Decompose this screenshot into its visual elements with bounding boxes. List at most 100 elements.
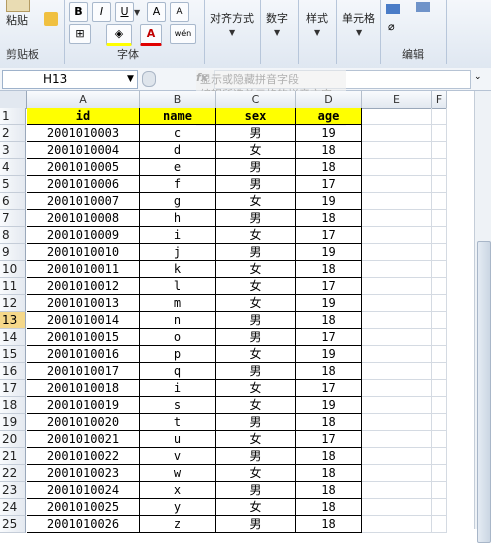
table-cell[interactable]: i [140, 380, 216, 397]
table-cell[interactable]: 女 [216, 227, 296, 244]
table-cell[interactable] [362, 108, 432, 125]
table-cell[interactable]: 17 [296, 380, 362, 397]
table-cell[interactable] [362, 363, 432, 380]
table-cell[interactable]: m [140, 295, 216, 312]
table-cell[interactable]: 男 [216, 414, 296, 431]
column-header-b[interactable]: B [140, 91, 216, 109]
table-cell[interactable]: 2001010006 [27, 176, 140, 193]
table-cell[interactable]: 男 [216, 312, 296, 329]
table-cell[interactable]: 男 [216, 176, 296, 193]
table-cell[interactable]: w [140, 465, 216, 482]
phonetic-button[interactable]: wén [170, 24, 196, 44]
table-cell[interactable]: 男 [216, 516, 296, 533]
table-cell[interactable]: 2001010011 [27, 261, 140, 278]
table-cell[interactable] [432, 448, 447, 465]
table-cell[interactable]: 19 [296, 244, 362, 261]
table-cell[interactable]: 18 [296, 261, 362, 278]
table-cell[interactable]: 2001010023 [27, 465, 140, 482]
row-header-25[interactable]: 25 [0, 516, 26, 533]
table-cell[interactable] [432, 244, 447, 261]
table-cell[interactable]: 2001010025 [27, 499, 140, 516]
table-cell[interactable]: 女 [216, 193, 296, 210]
alignment-dropdown-icon[interactable]: ▼ [229, 28, 235, 37]
table-cell[interactable]: 19 [296, 397, 362, 414]
cells-dropdown-icon[interactable]: ▼ [356, 28, 362, 37]
row-header-3[interactable]: 3 [0, 142, 26, 159]
number-dropdown-icon[interactable]: ▼ [274, 28, 280, 37]
table-cell[interactable] [432, 176, 447, 193]
cells-button[interactable]: 单元格 [342, 10, 375, 26]
table-cell[interactable]: 女 [216, 295, 296, 312]
table-cell[interactable]: s [140, 397, 216, 414]
row-header-4[interactable]: 4 [0, 159, 26, 176]
table-cell[interactable]: n [140, 312, 216, 329]
table-cell[interactable]: f [140, 176, 216, 193]
table-cell[interactable]: 2001010013 [27, 295, 140, 312]
table-cell[interactable] [362, 210, 432, 227]
table-cell[interactable]: g [140, 193, 216, 210]
table-cell[interactable] [432, 465, 447, 482]
table-cell[interactable] [362, 414, 432, 431]
table-cell[interactable]: 2001010014 [27, 312, 140, 329]
table-cell[interactable]: p [140, 346, 216, 363]
clipboard-icon[interactable] [6, 0, 30, 12]
column-header-a[interactable]: A [27, 91, 140, 109]
table-cell[interactable]: 18 [296, 414, 362, 431]
table-cell[interactable]: c [140, 125, 216, 142]
chevron-down-icon[interactable]: ▼ [127, 71, 134, 88]
row-header-17[interactable]: 17 [0, 380, 26, 397]
table-cell[interactable]: 2001010020 [27, 414, 140, 431]
table-cell[interactable]: 男 [216, 482, 296, 499]
header-cell[interactable]: age [296, 108, 362, 125]
alignment-button[interactable]: 对齐方式 [210, 10, 254, 26]
row-header-23[interactable]: 23 [0, 482, 26, 499]
table-cell[interactable] [362, 312, 432, 329]
table-cell[interactable]: 18 [296, 363, 362, 380]
table-cell[interactable]: e [140, 159, 216, 176]
table-cell[interactable]: 19 [296, 193, 362, 210]
name-box[interactable]: H13 ▼ [2, 70, 138, 89]
table-cell[interactable]: 18 [296, 312, 362, 329]
table-cell[interactable]: 17 [296, 431, 362, 448]
table-cell[interactable]: 2001010012 [27, 278, 140, 295]
select-all-corner[interactable] [0, 91, 27, 109]
table-cell[interactable]: 18 [296, 448, 362, 465]
fill-color-button[interactable]: ◈ [106, 24, 132, 46]
table-cell[interactable] [432, 380, 447, 397]
underline-button[interactable]: U [115, 2, 134, 22]
row-header-13[interactable]: 13 [0, 312, 26, 329]
row-header-14[interactable]: 14 [0, 329, 26, 346]
table-cell[interactable]: 18 [296, 499, 362, 516]
table-cell[interactable] [432, 295, 447, 312]
styles-dropdown-icon[interactable]: ▼ [314, 28, 320, 37]
table-cell[interactable] [432, 329, 447, 346]
formula-bar-handle[interactable] [142, 71, 156, 87]
table-cell[interactable]: 17 [296, 227, 362, 244]
row-header-22[interactable]: 22 [0, 465, 26, 482]
expand-formula-bar-icon[interactable]: ⌄ [474, 72, 482, 82]
row-header-11[interactable]: 11 [0, 278, 26, 295]
table-cell[interactable]: d [140, 142, 216, 159]
table-cell[interactable]: 2001010018 [27, 380, 140, 397]
table-cell[interactable]: 2001010005 [27, 159, 140, 176]
table-cell[interactable]: 17 [296, 329, 362, 346]
number-button[interactable]: 数字 [266, 10, 288, 26]
table-cell[interactable]: 18 [296, 210, 362, 227]
table-cell[interactable]: 女 [216, 397, 296, 414]
table-cell[interactable]: 17 [296, 176, 362, 193]
font-color-button[interactable]: A [140, 24, 162, 46]
table-cell[interactable]: 19 [296, 346, 362, 363]
table-cell[interactable] [432, 261, 447, 278]
bold-button[interactable]: B [69, 2, 88, 22]
table-cell[interactable]: 18 [296, 465, 362, 482]
table-cell[interactable]: 18 [296, 516, 362, 533]
table-cell[interactable]: 2001010016 [27, 346, 140, 363]
table-cell[interactable] [432, 142, 447, 159]
table-cell[interactable]: u [140, 431, 216, 448]
table-cell[interactable] [432, 499, 447, 516]
table-cell[interactable] [432, 516, 447, 533]
table-cell[interactable]: 2001010021 [27, 431, 140, 448]
table-cell[interactable] [432, 312, 447, 329]
row-header-10[interactable]: 10 [0, 261, 26, 278]
border-button[interactable]: ⊞ [69, 24, 91, 44]
